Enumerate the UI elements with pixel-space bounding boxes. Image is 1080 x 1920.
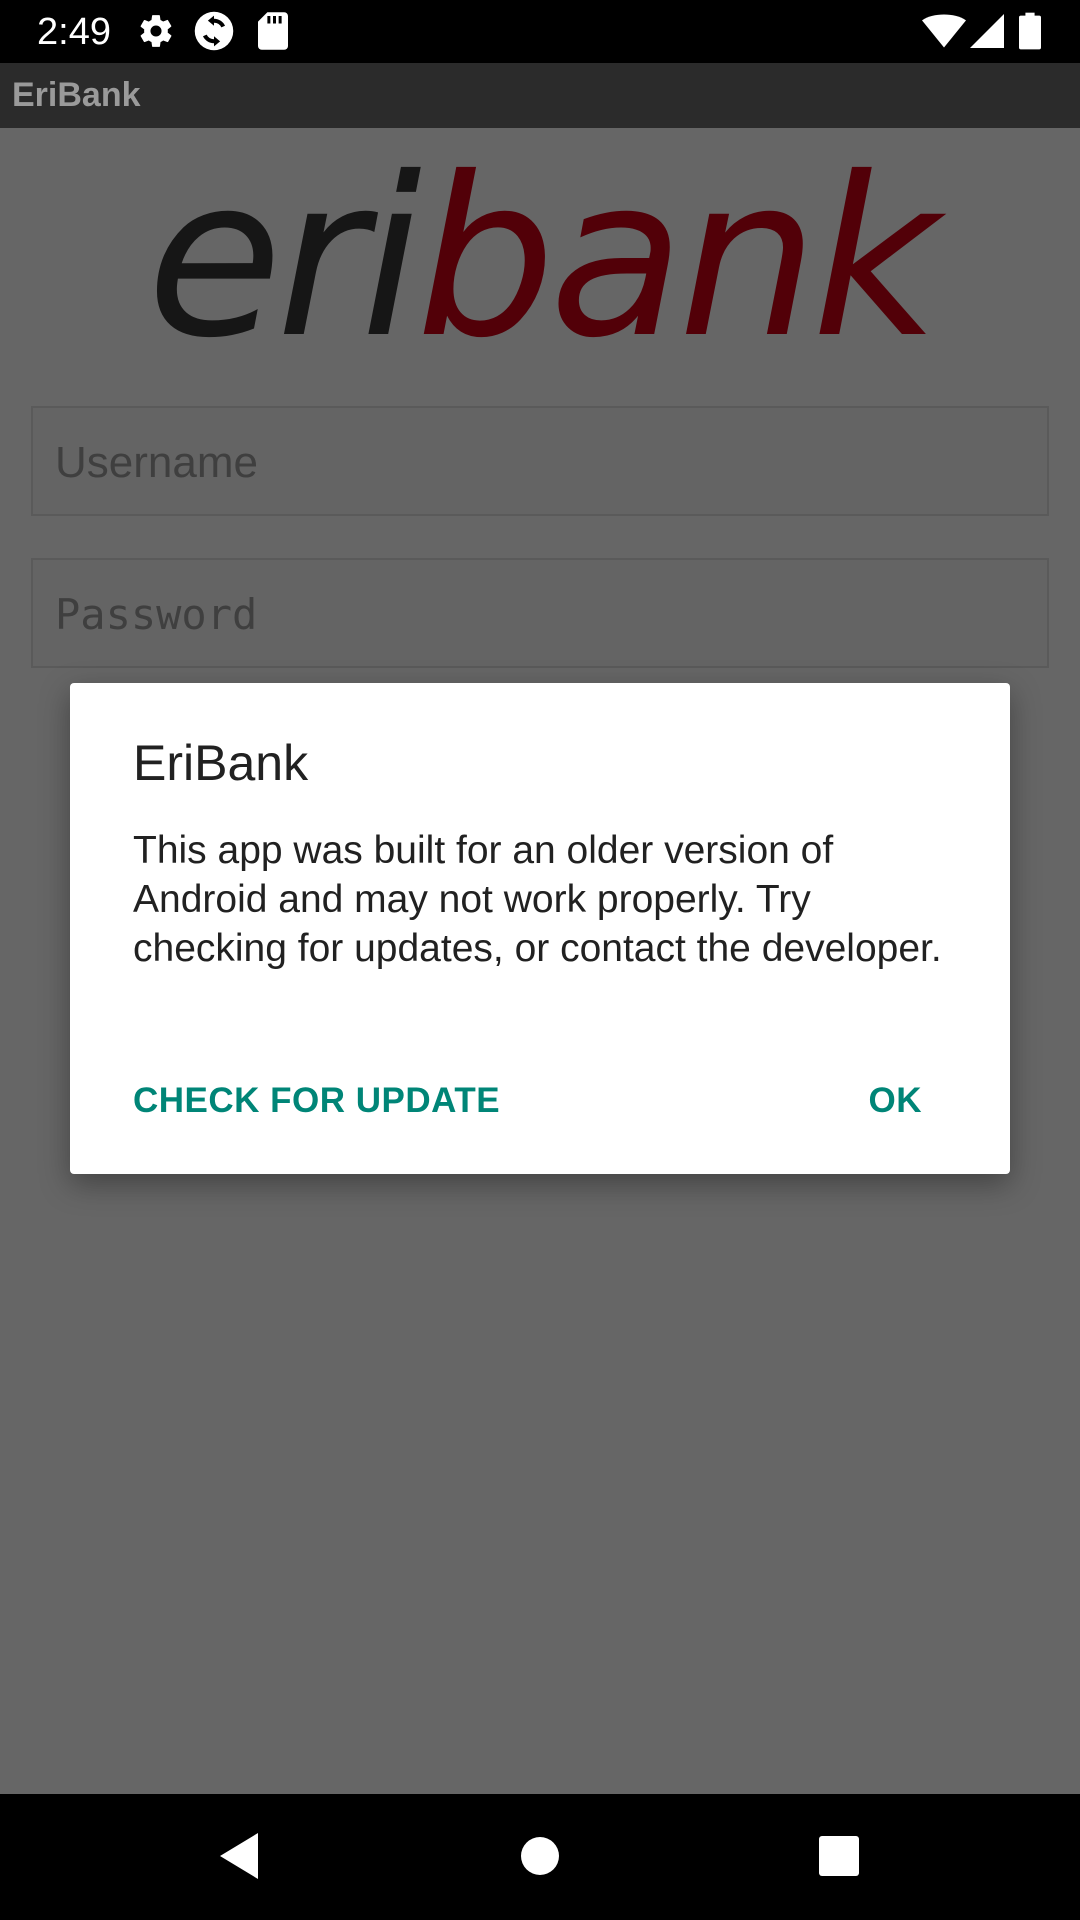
password-field[interactable]: Password [31,558,1049,668]
sync-icon [193,10,235,52]
signal-icon [970,14,1004,48]
status-bar: 2:49 [0,0,1080,63]
recents-icon[interactable] [818,1831,860,1881]
sd-card-icon [258,12,288,50]
username-placeholder: Username [55,438,258,487]
logo-part-dark: eri [146,130,422,386]
screen: 2:49 EriBank eribank Username Password E… [0,0,1080,1920]
check-for-update-button[interactable]: CHECK FOR UPDATE [133,1080,500,1122]
home-icon[interactable] [520,1831,560,1881]
gear-icon [137,12,175,50]
compat-warning-dialog: EriBank This app was built for an older … [70,683,1010,1174]
username-field[interactable]: Username [31,406,1049,516]
status-time: 2:49 [37,11,111,53]
eribank-logo: eribank [0,148,1080,368]
navigation-bar [0,1794,1080,1920]
app-title: EriBank [12,76,141,114]
wifi-icon [922,14,966,48]
dialog-message: This app was built for an older version … [133,829,942,970]
logo-part-red: bank [415,130,939,386]
battery-icon [1019,12,1041,50]
password-placeholder: Password [55,590,258,639]
ok-button[interactable]: OK [869,1080,923,1122]
app-bar: EriBank [0,63,1080,128]
back-icon[interactable] [218,1831,260,1881]
dialog-title: EriBank [133,735,309,791]
